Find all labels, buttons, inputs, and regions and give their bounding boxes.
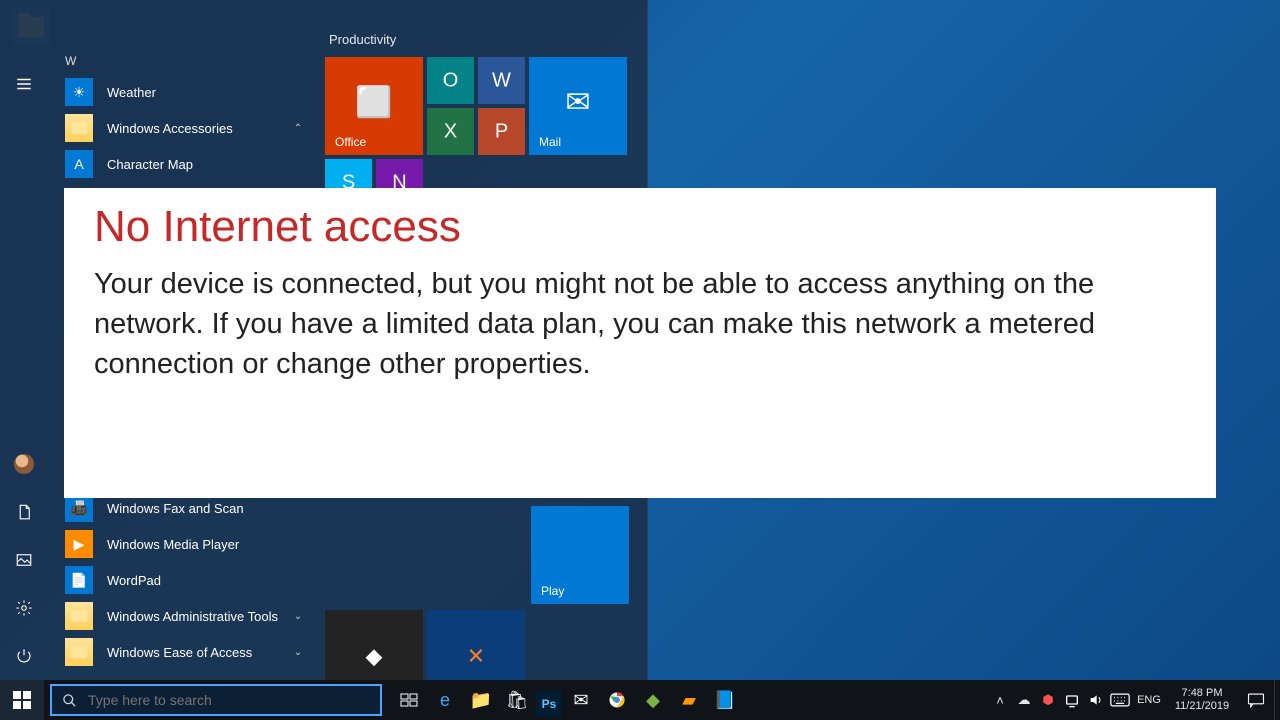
- search-box[interactable]: [50, 684, 382, 716]
- clock[interactable]: 7:48 PM 11/21/2019: [1166, 680, 1238, 720]
- taskbar-pinned: e 📁 🛍 Ps ✉ ◆ ▰ 📘: [392, 680, 742, 720]
- tile-outlook[interactable]: O: [427, 57, 474, 104]
- app-green-icon[interactable]: ◆: [636, 680, 670, 720]
- photoshop-icon[interactable]: Ps: [536, 691, 562, 717]
- word-icon: W: [492, 69, 511, 92]
- action-center-button[interactable]: [1238, 680, 1274, 720]
- start-side-rail: [0, 0, 47, 720]
- power-button[interactable]: [0, 632, 47, 680]
- network-icon[interactable]: [1060, 680, 1084, 720]
- play-icon: ▶: [65, 530, 93, 558]
- folder-icon: [65, 114, 93, 142]
- keyboard-icon[interactable]: [1108, 680, 1132, 720]
- store-icon[interactable]: 🛍: [500, 680, 534, 720]
- sublime-icon[interactable]: ▰: [672, 680, 706, 720]
- show-desktop-button[interactable]: [1274, 680, 1280, 720]
- app-character-map[interactable]: A Character Map: [47, 146, 317, 182]
- network-status-panel: No Internet access Your device is connec…: [64, 188, 1216, 498]
- chevron-down-icon: ⌄: [289, 598, 307, 634]
- chevron-down-icon: ⌄: [289, 634, 307, 670]
- xampp-icon: ✕: [467, 643, 485, 669]
- group-title[interactable]: Productivity: [329, 32, 629, 47]
- start-button[interactable]: [0, 680, 44, 720]
- office-icon: ⬜: [355, 85, 392, 120]
- file-explorer-icon[interactable]: 📁: [464, 680, 498, 720]
- recorder-icon: ◆: [366, 643, 383, 669]
- language-indicator[interactable]: ENG: [1132, 680, 1166, 720]
- powerpoint-icon: P: [495, 120, 508, 143]
- folder-icon: [65, 602, 93, 630]
- tile-office-apps: O W X P: [427, 57, 525, 155]
- status-title: No Internet access: [94, 202, 1186, 252]
- task-view-button[interactable]: [392, 680, 426, 720]
- search-icon: [52, 693, 86, 708]
- tile-mail[interactable]: ✉ Mail: [529, 57, 627, 155]
- documents-button[interactable]: [0, 488, 47, 536]
- mail-icon: ✉: [565, 85, 590, 120]
- app-windows-accessories[interactable]: Windows Accessories ⌃: [47, 110, 317, 146]
- settings-button[interactable]: [0, 584, 47, 632]
- tile-office[interactable]: ⬜ Office: [325, 57, 423, 155]
- system-tray: ˄ ☁ ⬢ ENG 7:48 PM 11/21/2019: [988, 680, 1280, 720]
- mail-app-icon[interactable]: ✉: [564, 680, 598, 720]
- folder-icon: [65, 638, 93, 666]
- app-misc-icon[interactable]: 📘: [708, 680, 742, 720]
- taskbar: e 📁 🛍 Ps ✉ ◆ ▰ 📘 ˄ ☁ ⬢ ENG 7:: [0, 680, 1280, 720]
- fax-icon: 📠: [65, 494, 93, 522]
- doc-icon: 📄: [65, 566, 93, 594]
- hamburger-button[interactable]: [0, 60, 47, 108]
- status-body: Your device is connected, but you might …: [94, 264, 1186, 384]
- app-wordpad[interactable]: 📄 WordPad: [47, 562, 317, 598]
- app-admin-tools[interactable]: Windows Administrative Tools ⌄: [47, 598, 317, 634]
- chevron-up-icon: ⌃: [289, 110, 307, 146]
- pictures-button[interactable]: [0, 536, 47, 584]
- tray-overflow-button[interactable]: ˄: [988, 680, 1012, 720]
- app-ease-of-access[interactable]: Windows Ease of Access ⌄: [47, 634, 317, 670]
- volume-icon[interactable]: [1084, 680, 1108, 720]
- user-avatar-button[interactable]: [0, 440, 47, 488]
- search-input[interactable]: [86, 686, 380, 714]
- app-tray-icon[interactable]: ⬢: [1036, 680, 1060, 720]
- outlook-icon: O: [443, 69, 459, 92]
- onedrive-icon[interactable]: ☁: [1012, 680, 1036, 720]
- chrome-icon[interactable]: [600, 680, 634, 720]
- tile-word[interactable]: W: [478, 57, 525, 104]
- app-weather[interactable]: ☀ Weather: [47, 74, 317, 110]
- tile-play[interactable]: Play: [531, 506, 629, 604]
- excel-icon: X: [444, 120, 457, 143]
- edge-icon[interactable]: e: [428, 680, 462, 720]
- charmap-icon: A: [65, 150, 93, 178]
- app-media-player[interactable]: ▶ Windows Media Player: [47, 526, 317, 562]
- tile-excel[interactable]: X: [427, 108, 474, 155]
- letter-header[interactable]: W: [47, 48, 317, 74]
- sun-icon: ☀: [65, 78, 93, 106]
- tile-powerpoint[interactable]: P: [478, 108, 525, 155]
